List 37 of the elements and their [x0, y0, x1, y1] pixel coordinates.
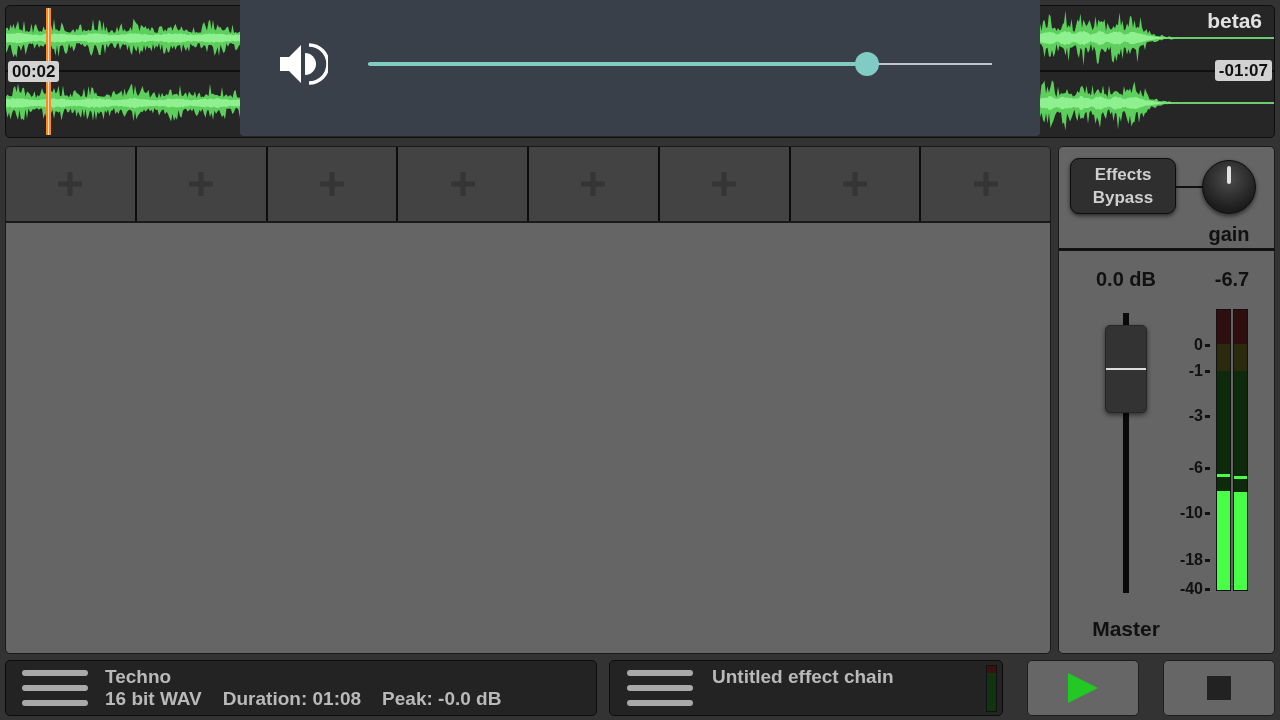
- tick-mark: [1205, 587, 1210, 591]
- file-format: 16 bit WAV: [105, 688, 202, 710]
- tick-mark: [1205, 466, 1210, 470]
- elapsed-time: 00:02: [8, 61, 60, 82]
- track-name: Techno: [105, 666, 173, 688]
- tick-mark: [1205, 369, 1210, 373]
- menu-icon[interactable]: [627, 670, 693, 706]
- knob-label: gain: [1208, 223, 1250, 245]
- file-peak: Peak: -0.0 dB: [382, 688, 502, 710]
- scale-label: 0: [1194, 336, 1203, 354]
- tick-mark: [1205, 511, 1210, 515]
- scale-label: -18: [1179, 551, 1203, 569]
- channel-label: Master: [1092, 617, 1160, 641]
- stop-button[interactable]: [1163, 660, 1275, 716]
- version-label: beta6: [1207, 9, 1262, 33]
- scale-label: -3: [1188, 407, 1203, 425]
- tick-mark: [1205, 558, 1210, 562]
- play-icon: [1068, 673, 1098, 703]
- fader-reading: 0.0 dB: [1096, 268, 1156, 290]
- scale-label: -10: [1179, 504, 1203, 522]
- scale-label: -6: [1188, 459, 1203, 477]
- fader-handle[interactable]: [1105, 325, 1147, 413]
- tick-mark: [1205, 414, 1210, 418]
- stop-icon: [1207, 676, 1231, 700]
- speaker-icon: [280, 40, 328, 88]
- bypass-button[interactable]: Effects Bypass: [1070, 158, 1176, 214]
- remaining-time: -01:07: [1214, 60, 1272, 81]
- menu-icon[interactable]: [22, 670, 88, 706]
- tick-mark: [1205, 343, 1210, 347]
- volume-slider-thumb[interactable]: [855, 52, 880, 76]
- file-duration: Duration: 01:08: [222, 688, 362, 710]
- meter-reading: -6.7: [1214, 268, 1250, 290]
- play-button[interactable]: [1027, 660, 1139, 716]
- scale-label: -40: [1179, 580, 1203, 598]
- effect-chain-name: Untitled effect chain: [712, 666, 894, 688]
- scale-label: -1: [1188, 362, 1203, 380]
- gain-knob[interactable]: [1202, 160, 1256, 214]
